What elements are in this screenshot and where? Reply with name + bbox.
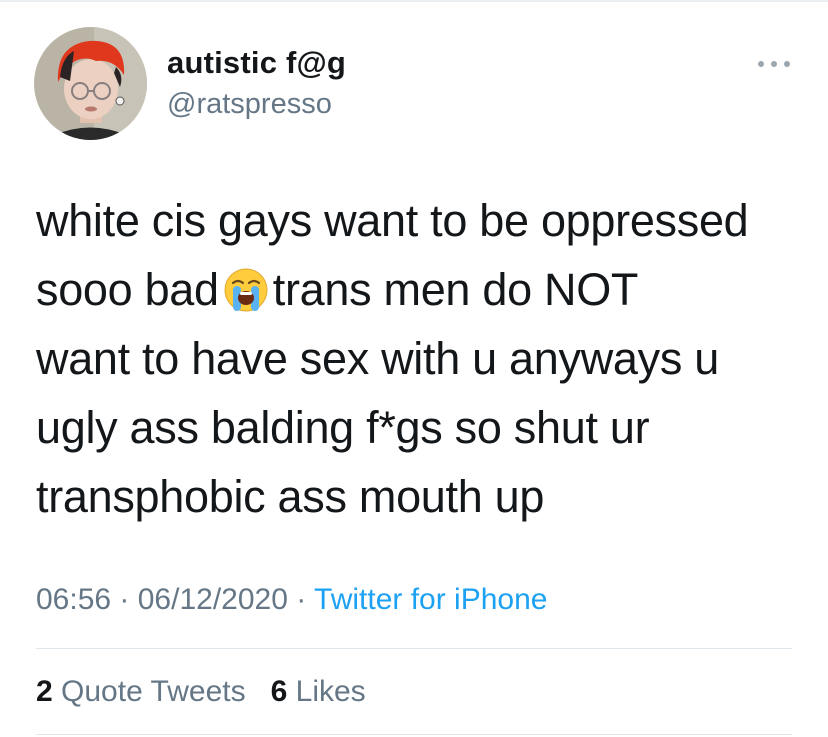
likes-count: 6 (270, 675, 288, 708)
tweet-source-link[interactable]: Twitter for iPhone (314, 583, 547, 616)
more-options-button[interactable] (754, 52, 794, 76)
tweet-stats: 2 Quote Tweets 6 Likes (36, 675, 366, 709)
tweet-text-line: white cis gays want to be oppressed (36, 195, 749, 246)
likes-label: Likes (295, 675, 366, 708)
likes-stat[interactable]: 6 Likes (271, 675, 366, 708)
tweet-card: autistic f@g @ratspresso white cis gays … (0, 0, 828, 737)
top-divider (0, 0, 828, 2)
display-name[interactable]: autistic f@g (167, 45, 346, 81)
meta-separator: · (287, 583, 315, 616)
quote-tweets-label: Quote Tweets (61, 675, 246, 708)
user-handle[interactable]: @ratspresso (167, 88, 332, 121)
tweet-time: 06:56 (36, 583, 112, 616)
quote-tweets-stat[interactable]: 2 Quote Tweets (36, 675, 246, 708)
avatar-image (34, 27, 147, 140)
tweet-text: white cis gays want to be oppressed sooo… (36, 186, 796, 531)
tweet-text-line: ugly ass balding f*gs so shut ur (36, 402, 650, 453)
tweet-date: 06/12/2020 (137, 583, 288, 616)
stats-top-divider (36, 648, 792, 649)
tweet-text-line: transphobic ass mouth up (36, 471, 545, 522)
avatar[interactable] (34, 27, 147, 140)
tweet-meta: 06:56 · 06/12/2020 · Twitter for iPhone (36, 583, 547, 617)
stats-bottom-divider (36, 734, 792, 735)
tweet-text-segment: trans men do NOT (272, 264, 639, 315)
ellipsis-icon (758, 61, 790, 67)
tweet-text-segment: sooo bad (36, 264, 219, 315)
meta-separator: · (111, 583, 138, 616)
loudly-crying-face-icon (224, 268, 268, 312)
tweet-text-line: want to have sex with u anyways u (36, 333, 719, 384)
tweet-text-line: sooo bad trans men do NOT (36, 255, 796, 324)
quote-tweets-count: 2 (36, 675, 53, 708)
